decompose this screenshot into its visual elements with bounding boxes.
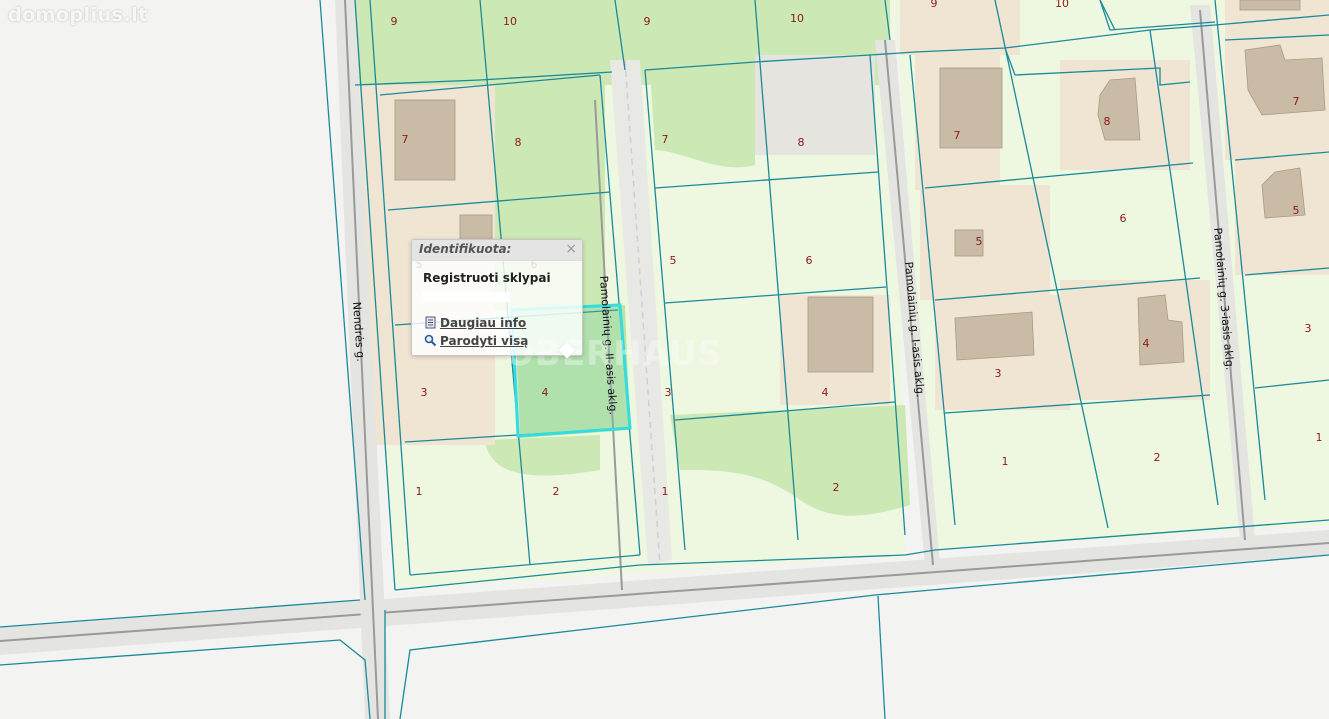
popup-value-field — [422, 292, 510, 302]
more-info-link[interactable]: Daugiau info — [424, 316, 526, 330]
plot-number: 7 — [662, 133, 669, 146]
plot-number: 3 — [1305, 322, 1312, 335]
plot-number: 8 — [515, 136, 522, 149]
plot-number: 4 — [1143, 337, 1150, 350]
close-icon[interactable]: × — [565, 241, 577, 257]
popup-layer-name: Registruoti sklypai — [423, 271, 551, 285]
plot-number: 7 — [402, 133, 409, 146]
plot-number: 5 — [670, 254, 677, 267]
plot-number: 10 — [1055, 0, 1069, 10]
plot-number: 10 — [503, 15, 517, 28]
plot-number: 1 — [1002, 455, 1009, 468]
plot-number: 5 — [976, 235, 983, 248]
plot-number: 1 — [662, 485, 669, 498]
plot-number: 2 — [1154, 451, 1161, 464]
plot-number: 7 — [954, 129, 961, 142]
watermark-logo: domoplius.lt — [8, 4, 148, 26]
plot-number: 6 — [806, 254, 813, 267]
plot-number: 8 — [798, 136, 805, 149]
popup-title: Identifikuota: — [419, 242, 512, 256]
plot-number: 2 — [833, 481, 840, 494]
show-all-label: Parodyti visą — [440, 334, 529, 348]
plot-number: 3 — [665, 386, 672, 399]
plot-number: 3 — [421, 386, 428, 399]
plot-number: 8 — [1104, 115, 1111, 128]
plot-number: 9 — [931, 0, 938, 10]
plot-number: 4 — [542, 386, 549, 399]
plot-number: 9 — [644, 15, 651, 28]
popup-header: Identifikuota: × — [412, 240, 582, 261]
plot-number: 7 — [1293, 95, 1300, 108]
plot-number: 1 — [416, 485, 423, 498]
document-icon — [425, 316, 436, 329]
plot-number: 2 — [553, 485, 560, 498]
plot-number: 5 — [1293, 204, 1300, 217]
plot-number: 6 — [1120, 212, 1127, 225]
more-info-label: Daugiau info — [440, 316, 527, 330]
identify-popup: Identifikuota: × Registruoti sklypai Dau… — [411, 239, 583, 356]
plot-number: 10 — [790, 12, 804, 25]
plot-number: 3 — [995, 367, 1002, 380]
plot-number: 4 — [822, 386, 829, 399]
plot-number: 9 — [391, 15, 398, 28]
show-all-link[interactable]: Parodyti visą — [424, 334, 528, 348]
plot-number: 1 — [1316, 431, 1323, 444]
magnifier-icon — [424, 334, 437, 347]
